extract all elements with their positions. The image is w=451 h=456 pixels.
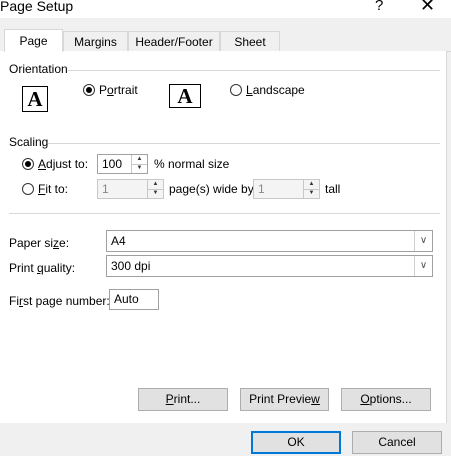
fit-to-label[interactable]: Fit to: [38,182,68,196]
portrait-page-icon: A [22,86,48,112]
orientation-divider [68,70,440,71]
adjust-to-label[interactable]: Adjust to: [38,157,88,171]
tab-header-footer[interactable]: Header/Footer [128,31,220,51]
adjust-to-value[interactable]: 100 [102,157,122,171]
adjust-suffix: % normal size [154,157,230,171]
fit-tall-suffix: tall [325,182,341,196]
options-button[interactable]: Options... [341,388,431,411]
help-icon[interactable]: ? [375,0,383,14]
ok-button[interactable]: OK [251,431,341,454]
fit-wide-suffix: page(s) wide by [169,182,254,196]
fit-to-radio[interactable] [22,183,34,195]
paper-size-label: Paper size: [9,236,70,250]
paper-size-chevron-down-icon[interactable]: ∨ [414,231,432,251]
print-quality-select[interactable]: 300 dpi ∨ [106,255,433,277]
tab-sheet[interactable]: Sheet [220,31,280,51]
tab-panel-page: Orientation A Portrait A Landscape Scali… [0,51,447,423]
landscape-label[interactable]: Landscape [246,83,305,97]
print-quality-label: Print quality: [9,261,76,275]
paper-size-select[interactable]: A4 ∨ [106,230,433,252]
cancel-button[interactable]: Cancel [352,431,442,454]
scaling-bottom-divider [9,213,440,214]
first-page-number-input[interactable]: Auto [109,289,159,310]
adjust-down-arrow-icon[interactable]: ▼ [132,164,147,173]
fit-tall-spinner[interactable]: 1 ▲ ▼ [253,179,320,199]
portrait-label[interactable]: Portrait [99,83,138,97]
print-preview-button[interactable]: Print Preview [240,388,329,411]
fit-tall-down-arrow-icon[interactable]: ▼ [304,189,319,198]
landscape-radio[interactable] [230,84,242,96]
fit-wide-spinner[interactable]: 1 ▲ ▼ [97,179,164,199]
scaling-divider [48,143,440,144]
dialog-title: Page Setup [0,0,74,14]
fit-wide-value[interactable]: 1 [102,182,109,196]
print-quality-chevron-down-icon[interactable]: ∨ [414,256,432,276]
fit-tall-value[interactable]: 1 [258,182,265,196]
tab-margins[interactable]: Margins [63,31,128,51]
orientation-label: Orientation [9,62,68,76]
adjust-to-radio[interactable] [22,158,34,170]
close-icon[interactable]: ✕ [420,0,435,16]
landscape-page-icon: A [169,84,201,108]
portrait-radio[interactable] [83,84,95,96]
scaling-label: Scaling [9,135,49,149]
tab-page[interactable]: Page [4,29,63,52]
adjust-to-spinner[interactable]: 100 ▲ ▼ [97,154,148,174]
fit-wide-down-arrow-icon[interactable]: ▼ [148,189,163,198]
first-page-number-label: First page number: [9,294,110,308]
print-button[interactable]: Print... [138,388,228,411]
